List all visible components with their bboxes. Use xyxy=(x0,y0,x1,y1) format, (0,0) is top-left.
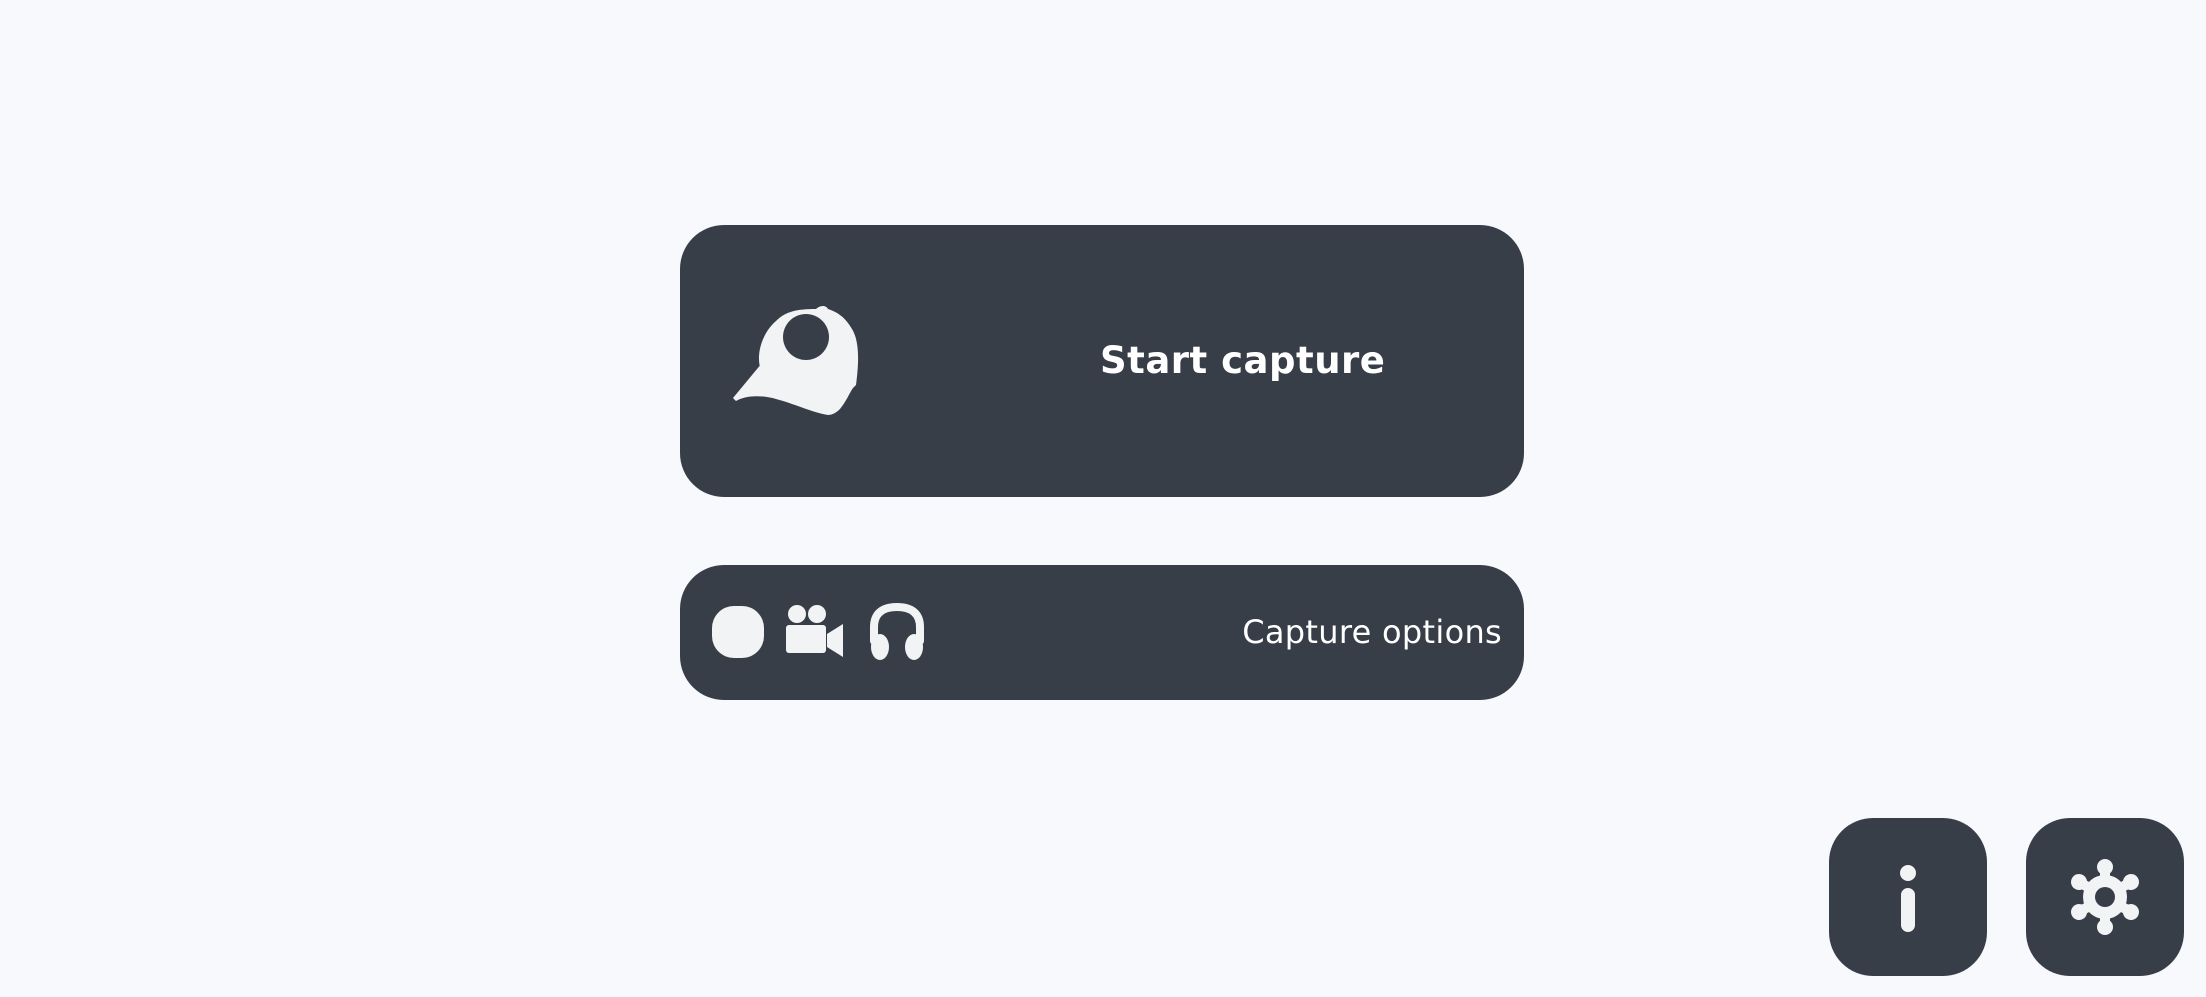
video-camera-icon xyxy=(786,605,843,657)
headphones-icon xyxy=(870,602,924,660)
settings-button[interactable] xyxy=(2026,818,2184,976)
capture-app-icon xyxy=(733,306,859,415)
info-icon xyxy=(1900,865,1916,932)
start-capture-button[interactable]: Start capture xyxy=(680,225,1524,497)
record-icon xyxy=(712,606,764,658)
capture-options-button[interactable]: Capture options xyxy=(680,565,1524,700)
gear-icon xyxy=(2071,859,2139,935)
info-button[interactable] xyxy=(1829,818,1987,976)
start-capture-label: Start capture xyxy=(1100,339,1386,382)
capture-options-label: Capture options xyxy=(1242,613,1502,651)
